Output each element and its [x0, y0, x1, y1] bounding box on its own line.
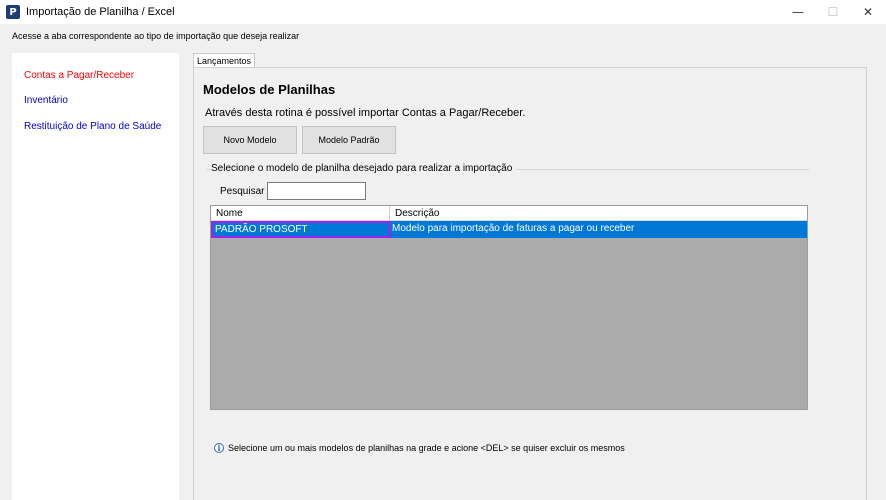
sidebar-item-restituicao-plano-saude[interactable]: Restituição de Plano de Saúde	[24, 121, 161, 132]
group-label: Selecione o modelo de planilha desejado …	[211, 163, 517, 174]
sidebar-item-inventario[interactable]: Inventário	[24, 95, 68, 106]
new-model-button[interactable]: Novo Modelo	[203, 126, 297, 154]
column-separator[interactable]	[389, 206, 390, 221]
cell-name[interactable]: PADRÃO PROSOFT	[211, 221, 390, 238]
sidebar: Contas a Pagar/Receber Inventário Restit…	[12, 53, 179, 500]
models-grid[interactable]: Nome Descrição PADRÃO PROSOFT Modelo par…	[210, 205, 808, 410]
search-input[interactable]	[267, 182, 366, 200]
close-button[interactable]: ✕	[850, 0, 886, 24]
header-hint: Acesse a aba correspondente ao tipo de i…	[12, 31, 300, 41]
column-header-name[interactable]: Nome	[216, 208, 243, 219]
app-logo-icon: P	[6, 5, 20, 19]
column-header-description[interactable]: Descrição	[395, 208, 439, 219]
default-model-button[interactable]: Modelo Padrão	[302, 126, 396, 154]
minimize-button[interactable]: —	[780, 0, 816, 24]
page-title: Modelos de Planilhas	[203, 82, 336, 97]
info-icon: i	[214, 443, 224, 453]
info-text: Selecione um ou mais modelos de planilha…	[228, 443, 625, 453]
tab-lancamentos[interactable]: Lançamentos	[193, 53, 255, 68]
sidebar-item-contas-pagar-receber[interactable]: Contas a Pagar/Receber	[24, 70, 134, 81]
cell-description[interactable]: Modelo para importação de faturas a paga…	[392, 221, 634, 238]
maximize-button[interactable]: ☐	[815, 0, 851, 24]
window-title: Importação de Planilha / Excel	[26, 6, 175, 18]
grid-header: Nome Descrição	[211, 206, 807, 221]
page-description: Através desta rotina é possível importar…	[205, 107, 526, 119]
table-row[interactable]: PADRÃO PROSOFT Modelo para importação de…	[211, 221, 807, 238]
search-label: Pesquisar	[220, 186, 265, 197]
title-bar: P Importação de Planilha / Excel — ☐ ✕	[0, 0, 886, 24]
